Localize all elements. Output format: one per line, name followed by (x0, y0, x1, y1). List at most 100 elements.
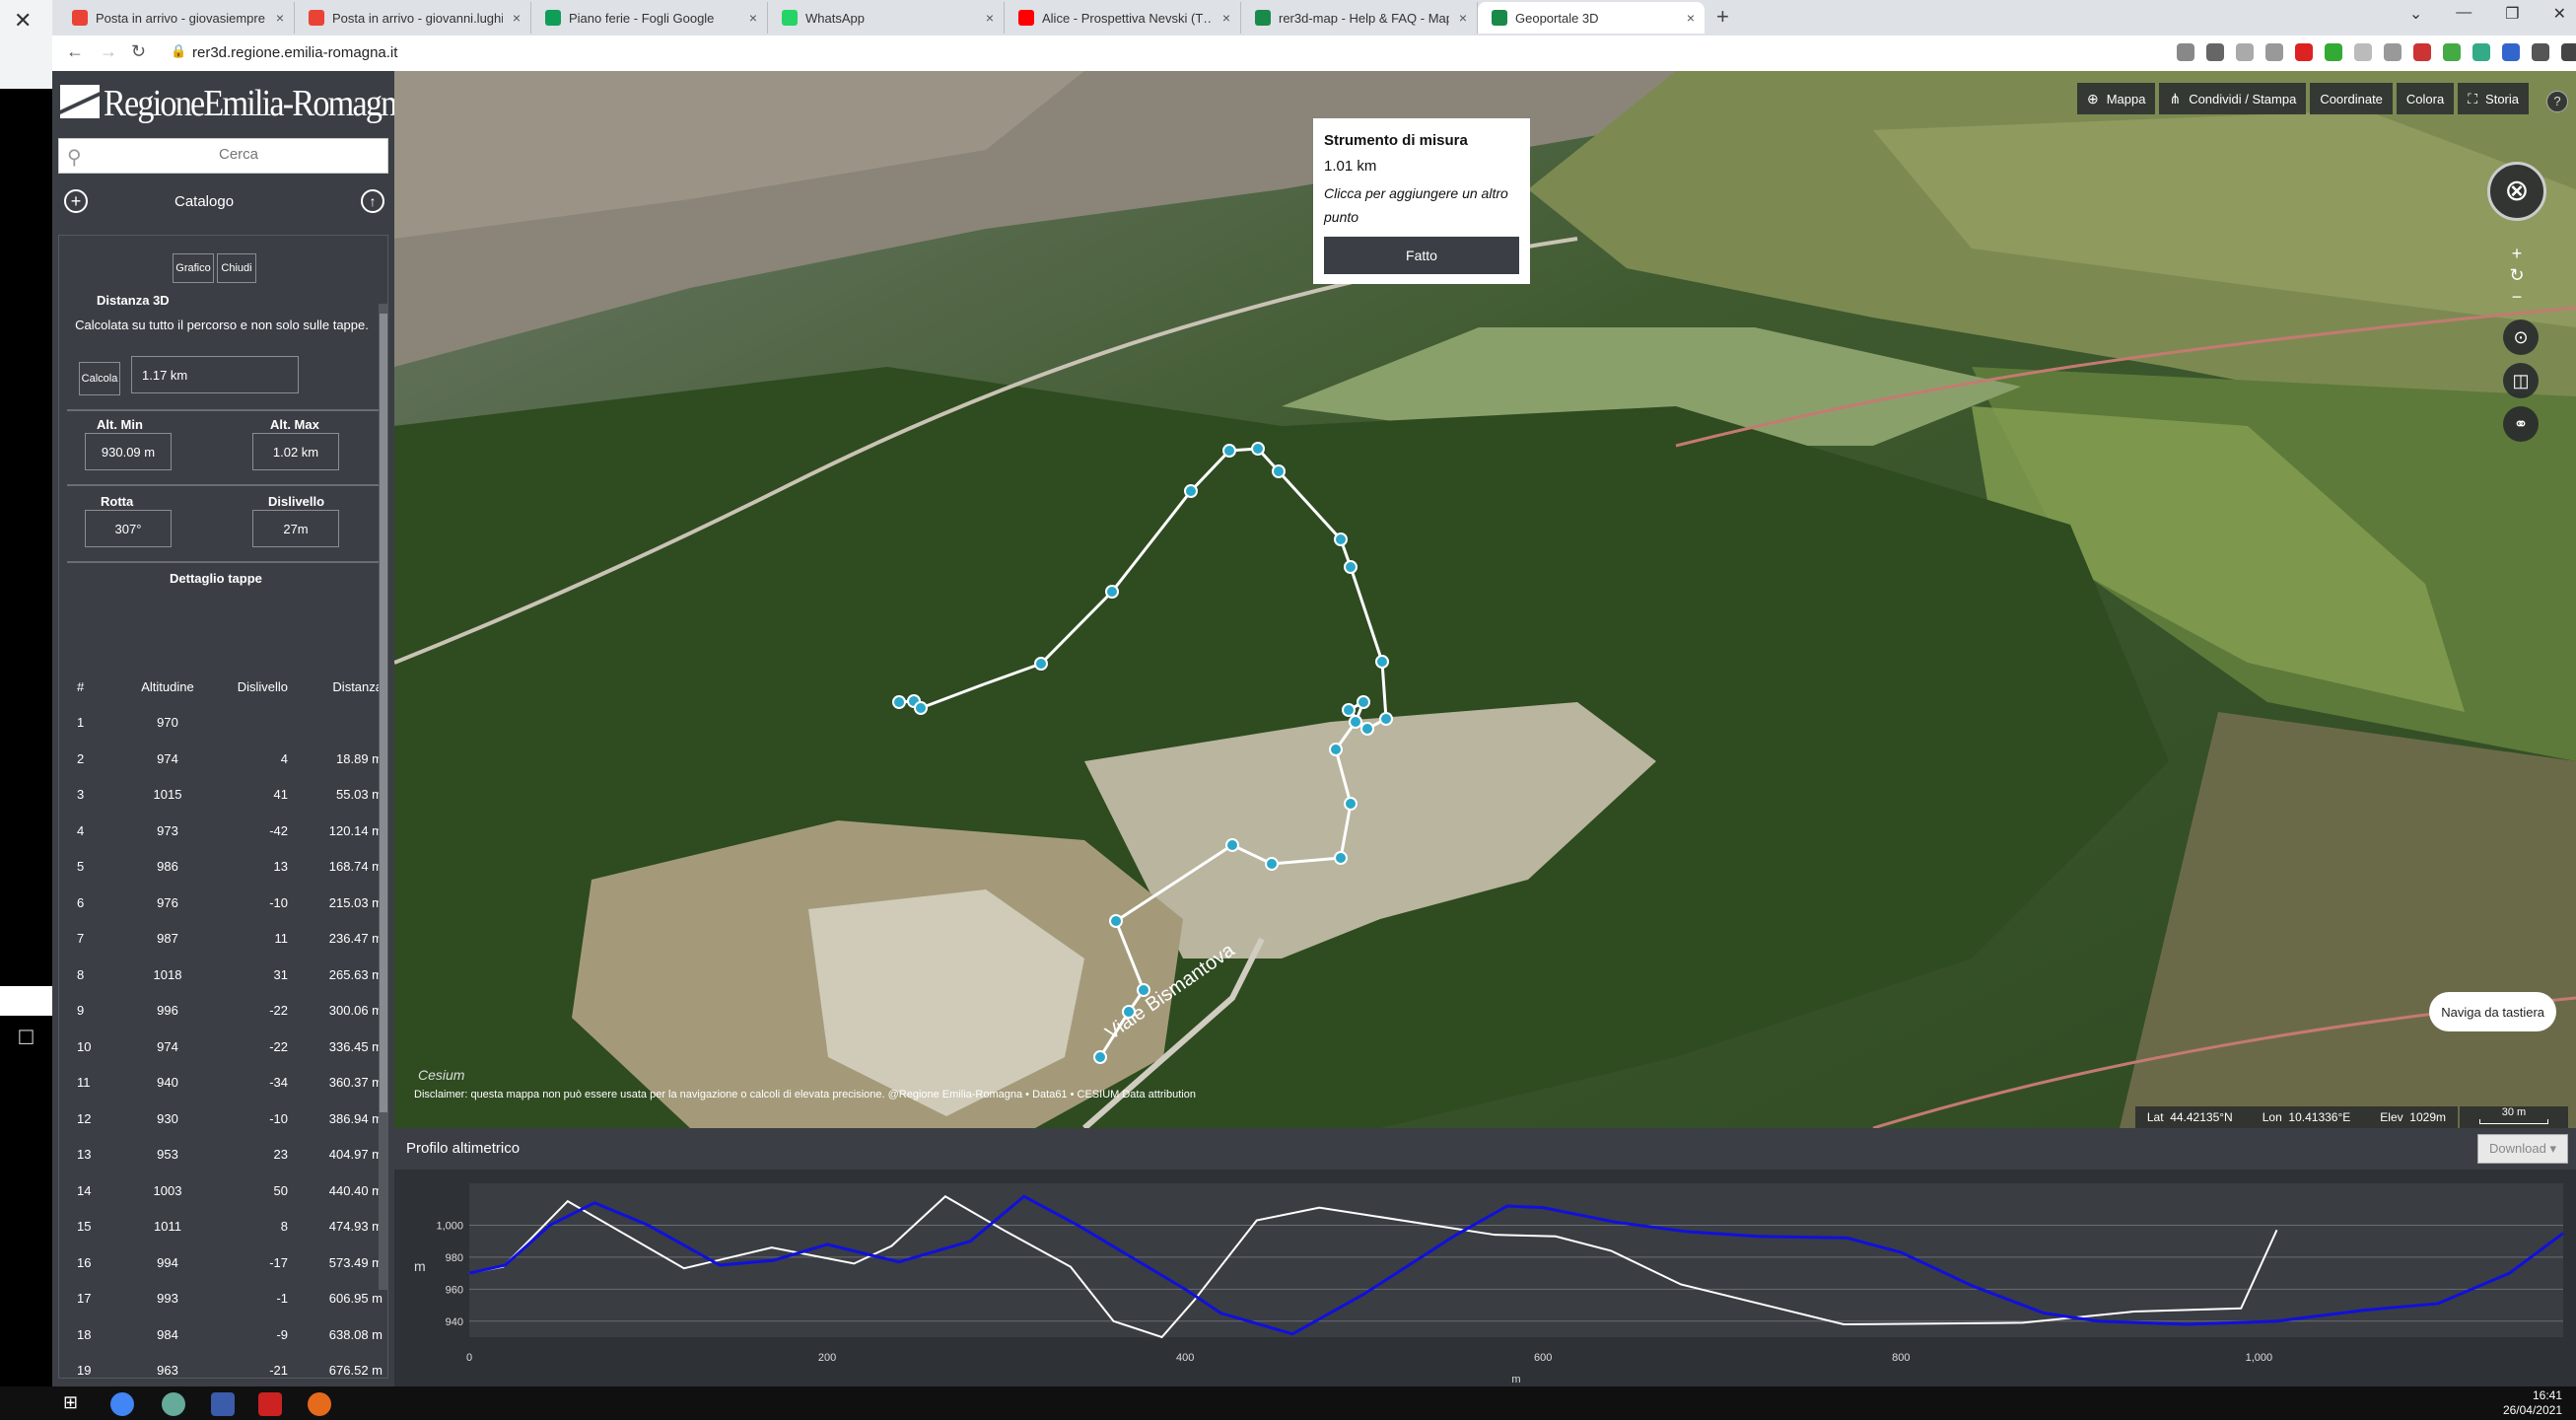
measure-point[interactable] (1225, 838, 1239, 852)
measure-point[interactable] (1265, 857, 1279, 871)
extension-icon[interactable] (2532, 43, 2549, 61)
close-icon[interactable]: ✕ (14, 8, 32, 34)
measure-point[interactable] (1272, 464, 1286, 478)
measure-point[interactable] (1122, 1005, 1136, 1019)
tab-2[interactable]: Posta in arrivo - giovanni.lughi@… × (295, 2, 531, 34)
zoom-icon[interactable] (2236, 43, 2254, 61)
new-tab-button[interactable]: + (1716, 4, 1729, 30)
measure-point[interactable] (1184, 484, 1198, 498)
catalog-label[interactable]: Catalogo (174, 193, 234, 210)
toolbar-mappa-button[interactable]: ⊕ Mappa (2076, 83, 2156, 114)
tab-6[interactable]: rer3d-map - Help & FAQ - Mapp… × (1241, 2, 1478, 34)
measure-point[interactable] (1034, 657, 1048, 671)
measure-point[interactable] (1344, 560, 1358, 574)
view-toggle-icon[interactable]: ◫ (2503, 363, 2539, 398)
measure-point[interactable] (892, 695, 906, 709)
table-cell: 606.95 m (328, 1291, 383, 1306)
measure-point[interactable] (1349, 715, 1362, 729)
minimize-icon[interactable]: — (2456, 4, 2472, 24)
toolbar-storia-button[interactable]: ⛶ Storia (2458, 83, 2529, 114)
tab-4[interactable]: WhatsApp × (768, 2, 1005, 34)
tab-close-icon[interactable]: × (986, 10, 994, 26)
tab-1[interactable]: Posta in arrivo - giovasiempre@g… × (58, 2, 295, 34)
chrome-icon[interactable] (110, 1392, 134, 1416)
table-cell: 1011 (154, 1219, 181, 1234)
measure-point[interactable] (914, 701, 928, 715)
bookmark-star-icon[interactable] (2265, 43, 2283, 61)
measure-point[interactable] (1334, 532, 1348, 546)
measure-point[interactable] (1379, 712, 1393, 726)
extension-icon[interactable] (2325, 43, 2342, 61)
tab-close-icon[interactable]: × (1459, 10, 1467, 26)
measure-point[interactable] (1334, 851, 1348, 865)
table-cell: -17 (269, 1254, 288, 1270)
url-field[interactable]: rer3d.regione.emilia-romagna.it (192, 44, 397, 61)
upload-icon[interactable]: ↑ (361, 189, 384, 213)
tab-close-icon[interactable]: × (1222, 10, 1230, 26)
comment-icon[interactable]: ☐ (0, 1026, 52, 1055)
close-window-icon[interactable]: ✕ (2553, 4, 2566, 24)
extension-icon[interactable] (2354, 43, 2372, 61)
map-3d-view[interactable]: Viale Bismantova Strumento di misura 1.0… (394, 71, 2576, 1128)
compass-icon[interactable]: ⊗ (2487, 162, 2546, 221)
tab-3[interactable]: Piano ferie - Fogli Google × (531, 2, 768, 34)
locate-icon[interactable]: ⊙ (2503, 320, 2539, 355)
chiudi-button[interactable]: Chiudi (217, 253, 256, 283)
lock-icon[interactable]: 🔒 (171, 43, 186, 59)
grafico-button[interactable]: Grafico (173, 253, 214, 283)
download-button[interactable]: Download ▾ (2477, 1134, 2568, 1164)
panel-scrollbar[interactable] (379, 304, 388, 1290)
measure-point[interactable] (1251, 442, 1265, 456)
measure-point[interactable] (1344, 797, 1358, 811)
tab-close-icon[interactable]: × (749, 10, 757, 26)
extension-icon[interactable] (2443, 43, 2461, 61)
measure-point[interactable] (1105, 585, 1119, 599)
windows-start-icon[interactable]: ⊞ (63, 1392, 87, 1416)
save-icon[interactable] (211, 1392, 235, 1416)
restore-icon[interactable]: ❐ (2505, 4, 2519, 24)
app-icon[interactable] (162, 1392, 185, 1416)
measure-point[interactable] (1329, 743, 1343, 756)
measure-point[interactable] (1360, 722, 1374, 736)
extension-icon[interactable] (2413, 43, 2431, 61)
extension-icon[interactable] (2295, 43, 2313, 61)
tab-search-icon[interactable]: ⌄ (2409, 4, 2422, 24)
table-cell: 4 (280, 750, 288, 766)
app-icon[interactable] (258, 1392, 282, 1416)
puzzle-icon[interactable] (2561, 43, 2576, 61)
extension-icon[interactable] (2177, 43, 2194, 61)
search-box[interactable]: ⚲ (58, 138, 388, 174)
tab-5[interactable]: Alice - Prospettiva Nevski (T… × (1005, 2, 1241, 34)
tab-close-icon[interactable]: × (513, 10, 521, 26)
reload-icon[interactable]: ↻ (131, 41, 146, 62)
measure-point[interactable] (1342, 703, 1356, 717)
forward-icon[interactable]: → (100, 41, 117, 62)
calcola-button[interactable]: Calcola (79, 362, 120, 395)
download-icon[interactable] (2206, 43, 2224, 61)
toolbar-colora-button[interactable]: Colora (2396, 83, 2455, 114)
extension-icon[interactable] (2384, 43, 2402, 61)
extension-icon[interactable] (2502, 43, 2520, 61)
measure-point[interactable] (1109, 914, 1123, 928)
tab-close-icon[interactable]: × (1687, 10, 1695, 26)
measure-point[interactable] (1357, 695, 1370, 709)
measure-point[interactable] (1093, 1050, 1107, 1064)
extension-icon[interactable] (2472, 43, 2490, 61)
scrollbar-thumb[interactable] (380, 314, 387, 1112)
measure-point[interactable] (1137, 983, 1150, 997)
back-icon[interactable]: ← (66, 41, 84, 62)
zoom-out-icon[interactable]: − (2502, 282, 2532, 312)
measure-point[interactable] (1375, 655, 1389, 669)
add-icon[interactable]: + (64, 189, 88, 213)
firefox-icon[interactable] (308, 1392, 331, 1416)
help-icon[interactable]: ? (2546, 91, 2568, 112)
tab-7[interactable]: Geoportale 3D × (1478, 2, 1705, 34)
vr-icon[interactable]: ⚭ (2503, 406, 2539, 442)
measure-point[interactable] (1222, 444, 1236, 458)
tab-close-icon[interactable]: × (276, 10, 284, 26)
keyboard-nav-button[interactable]: Naviga da tastiera (2429, 992, 2556, 1031)
toolbar-condividi-stampa-button[interactable]: ⋔ Condividi / Stampa (2159, 83, 2307, 114)
toolbar-coordinate-button[interactable]: Coordinate (2310, 83, 2393, 114)
search-input[interactable] (99, 145, 379, 164)
fatto-button[interactable]: Fatto (1324, 237, 1519, 274)
